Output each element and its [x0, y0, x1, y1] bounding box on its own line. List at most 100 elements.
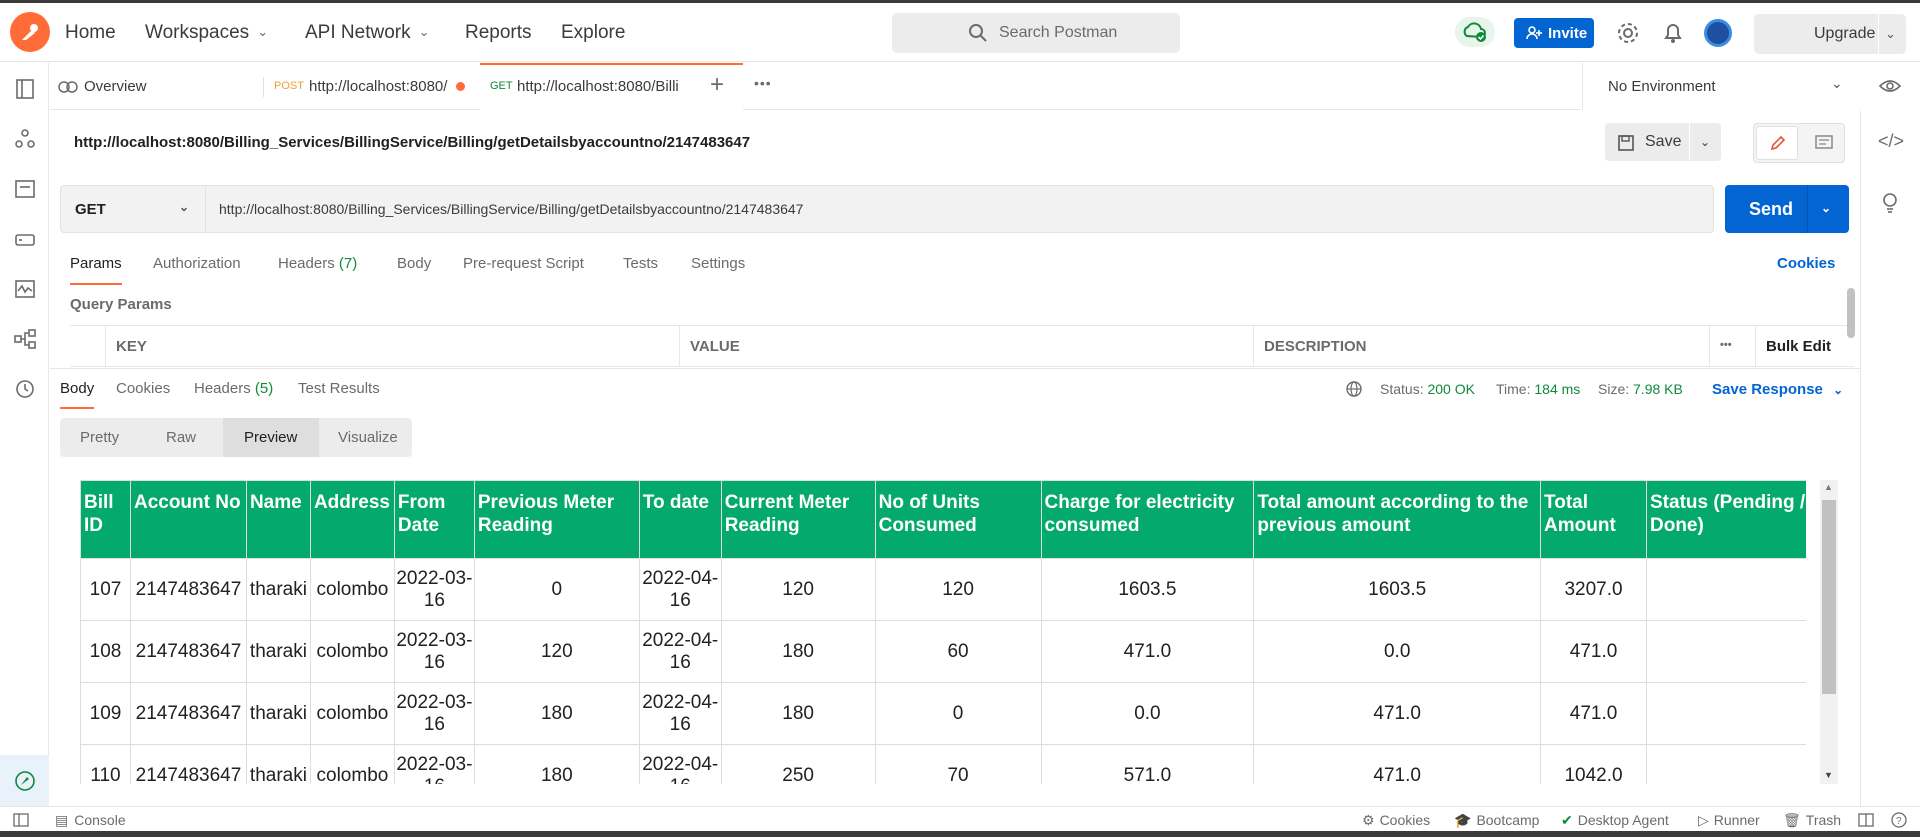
bootcamp-icon: 🎓	[1454, 812, 1472, 828]
code-snippet-icon[interactable]: </>	[1878, 131, 1904, 152]
flows-icon[interactable]	[13, 327, 37, 351]
bill-cell: 180	[720, 682, 876, 745]
bill-cell: colombo	[309, 620, 395, 683]
tab-settings[interactable]: Settings	[691, 255, 745, 272]
monitors-icon[interactable]	[13, 277, 37, 301]
desktop-agent-button[interactable]: ✔ Desktop Agent	[1561, 812, 1669, 829]
bulk-edit-button[interactable]: Bulk Edit	[1755, 326, 1854, 366]
save-button[interactable]: Save ⌄	[1605, 123, 1721, 161]
save-label: Save	[1645, 133, 1682, 150]
comment-icon[interactable]	[1814, 134, 1834, 152]
param-col-value: VALUE	[679, 326, 1253, 366]
params-scrollbar[interactable]	[1847, 288, 1855, 338]
preview-scrollbar[interactable]: ▲ ▼	[1820, 480, 1838, 784]
globe-icon[interactable]	[1345, 380, 1363, 398]
save-response-button[interactable]: Save Response ⌄	[1712, 381, 1843, 398]
more-tabs-icon[interactable]: •••	[754, 75, 772, 91]
console-button[interactable]: ▤ Console	[55, 812, 126, 829]
bill-cell	[1646, 620, 1806, 683]
chevron-down-icon[interactable]: ⌄	[1821, 201, 1831, 215]
postman-logo-icon[interactable]	[10, 12, 50, 52]
response-tab-cookies[interactable]: Cookies	[116, 380, 170, 397]
chevron-down-icon[interactable]: ⌄	[1700, 135, 1710, 149]
tab-authorization[interactable]: Authorization	[153, 255, 241, 272]
scroll-down-icon[interactable]: ▼	[1824, 770, 1833, 780]
bill-cell: 60	[874, 620, 1042, 683]
scrollbar-thumb[interactable]	[1822, 500, 1836, 694]
footer-cookies-button[interactable]: ⚙ Cookies	[1362, 812, 1430, 829]
response-tab-test-results[interactable]: Test Results	[298, 380, 380, 397]
sync-status-icon[interactable]	[1455, 17, 1495, 47]
two-pane-view-icon[interactable]	[1858, 813, 1874, 827]
bootcamp-button[interactable]: 🎓 Bootcamp	[1454, 812, 1539, 829]
method-select[interactable]: GET ⌄	[61, 186, 206, 232]
rocket-panel[interactable]	[0, 755, 49, 806]
response-tab-headers[interactable]: Headers (5)	[194, 380, 273, 397]
tab-get-request[interactable]: GET http://localhost:8080/Billi	[480, 63, 743, 110]
console-label: Console	[74, 812, 126, 828]
trash-button[interactable]: 🗑 Trash	[1783, 812, 1841, 829]
response-tab-body[interactable]: Body	[60, 380, 95, 409]
view-raw[interactable]: Raw	[143, 418, 223, 457]
cookies-link[interactable]: Cookies	[1777, 255, 1835, 272]
response-preview: Bill ID Account No Name Address From Dat…	[80, 480, 1806, 784]
view-pretty[interactable]: Pretty	[60, 418, 143, 457]
bill-cell: 2022-03-16	[393, 558, 475, 621]
nav-api-network[interactable]: API Network ⌄	[305, 22, 430, 44]
environments-icon[interactable]	[13, 177, 37, 201]
tab-post-request[interactable]: POST http://localhost:8080/	[274, 63, 474, 110]
scroll-up-icon[interactable]: ▲	[1824, 482, 1833, 492]
url-input[interactable]: http://localhost:8080/Billing_Services/B…	[219, 201, 803, 217]
invite-button[interactable]: Invite	[1514, 18, 1594, 48]
tab-body[interactable]: Body	[397, 255, 431, 272]
response-time: Time: 184 ms	[1496, 381, 1580, 397]
tab-method-get: GET	[490, 80, 513, 92]
history-icon[interactable]	[13, 377, 37, 401]
mock-servers-icon[interactable]	[13, 227, 37, 251]
tab-separator	[263, 77, 264, 97]
query-params-table: KEY VALUE DESCRIPTION ••• Bulk Edit	[70, 325, 1854, 367]
nav-reports[interactable]: Reports	[465, 22, 532, 44]
status-label: Status:	[1380, 381, 1424, 397]
help-icon[interactable]: ?	[1891, 812, 1907, 828]
chevron-down-icon[interactable]: ⌄	[1885, 26, 1896, 42]
view-preview[interactable]: Preview	[223, 418, 319, 457]
overview-icon	[58, 81, 78, 93]
lightbulb-icon[interactable]	[1879, 191, 1901, 215]
tab-tests[interactable]: Tests	[623, 255, 658, 272]
environment-quick-look-eye-icon[interactable]	[1878, 76, 1902, 96]
response-divider[interactable]	[50, 368, 1860, 369]
chevron-down-icon: ⌄	[257, 24, 269, 39]
tab-overview[interactable]: Overview	[58, 63, 258, 110]
bill-cell: 120	[874, 558, 1042, 621]
view-visualize[interactable]: Visualize	[319, 418, 412, 457]
request-title[interactable]: http://localhost:8080/Billing_Services/B…	[74, 134, 750, 151]
user-avatar[interactable]	[1704, 19, 1732, 47]
tab-params[interactable]: Params	[70, 255, 122, 285]
chevron-down-icon: ⌄	[1831, 75, 1843, 91]
bill-table-body: 107 2147483647 tharaki colombo 2022-03-16 0 20…	[80, 558, 1806, 784]
nav-home[interactable]: Home	[65, 22, 116, 44]
settings-gear-icon[interactable]	[1615, 20, 1641, 46]
bill-cell: 471.0	[1253, 744, 1542, 784]
collections-icon[interactable]	[13, 77, 37, 101]
nav-workspaces[interactable]: Workspaces ⌄	[145, 22, 268, 44]
bill-cell: tharaki	[245, 620, 311, 683]
nav-explore[interactable]: Explore	[561, 22, 625, 44]
bill-col-header: Total amount according to the previous a…	[1253, 480, 1542, 559]
notification-bell-icon[interactable]	[1660, 20, 1686, 46]
runner-button[interactable]: ▷ Runner	[1698, 812, 1760, 829]
tab-headers[interactable]: Headers (7)	[278, 255, 357, 272]
param-col-description: DESCRIPTION	[1253, 326, 1709, 366]
search-box[interactable]: Search Postman	[892, 13, 1180, 53]
environment-selector[interactable]: No Environment ⌄	[1582, 63, 1860, 110]
apis-icon[interactable]	[13, 127, 37, 151]
send-button[interactable]: Send ⌄	[1725, 185, 1849, 233]
toggle-sidebar-icon[interactable]	[13, 813, 29, 827]
param-more-button[interactable]: •••	[1709, 326, 1755, 366]
new-tab-plus-icon[interactable]: +	[710, 71, 724, 99]
nav-home-label: Home	[65, 22, 116, 43]
edit-mode-button[interactable]	[1756, 126, 1798, 160]
tab-pre-request-script[interactable]: Pre-request Script	[463, 255, 584, 272]
upgrade-button[interactable]: Upgrade ⌄	[1754, 14, 1906, 54]
